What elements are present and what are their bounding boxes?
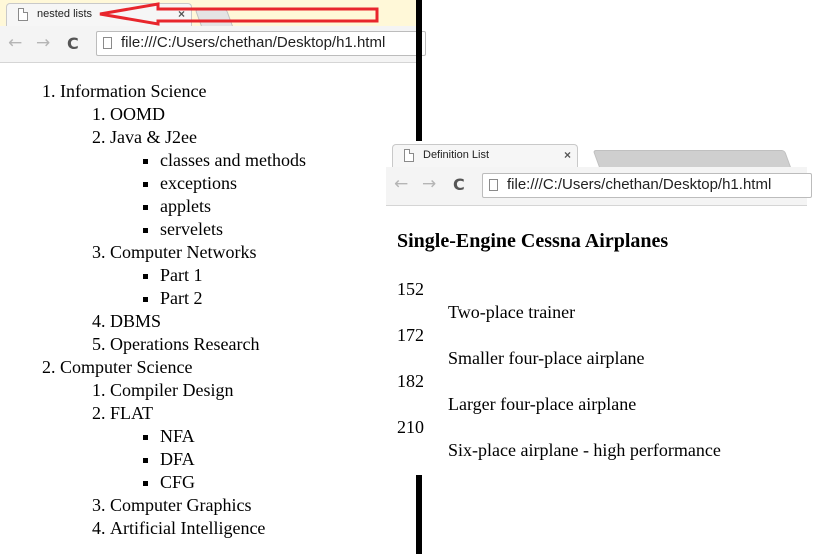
browser-toolbar: ← → C file:///C:/Users/chethan/Desktop/h… bbox=[386, 167, 812, 206]
browser-window-nested-lists: nested lists × ← → C file:///C:/Users/ch… bbox=[0, 0, 426, 554]
list-item: applets bbox=[160, 195, 416, 218]
address-bar[interactable]: file:///C:/Users/chethan/Desktop/h1.html bbox=[96, 31, 426, 56]
list-item-label: Artificial Intelligence bbox=[110, 518, 266, 538]
browser-window-definition-list: Definition List × ← → C file:///C:/Users… bbox=[386, 141, 812, 475]
ordered-sublist: Compiler DesignFLATNFADFACFGComputer Gra… bbox=[60, 379, 416, 540]
list-item: Part 1 bbox=[160, 264, 416, 287]
url-text: file:///C:/Users/chethan/Desktop/h1.html bbox=[121, 34, 386, 51]
list-item: exceptions bbox=[160, 172, 416, 195]
definition-term: 182 bbox=[397, 371, 424, 391]
list-item: Computer NetworksPart 1Part 2 bbox=[110, 241, 416, 310]
list-item-label: Computer Science bbox=[60, 357, 193, 377]
page-icon bbox=[489, 179, 498, 191]
tab-title: Definition List bbox=[423, 149, 490, 161]
definition-term: 210 bbox=[397, 417, 424, 437]
list-item: Java & J2eeclasses and methodsexceptions… bbox=[110, 126, 416, 241]
list-item: Computer Graphics bbox=[110, 494, 416, 517]
list-item: CFG bbox=[160, 471, 416, 494]
list-item: servelets bbox=[160, 218, 416, 241]
bulleted-sublist: NFADFACFG bbox=[110, 425, 416, 494]
page-icon bbox=[18, 8, 28, 21]
url-text: file:///C:/Users/chethan/Desktop/h1.html bbox=[507, 176, 772, 193]
definition-term: 172 bbox=[397, 325, 424, 345]
tab-title: nested lists bbox=[37, 8, 93, 20]
list-item: DFA bbox=[160, 448, 416, 471]
background-tab[interactable] bbox=[592, 150, 792, 168]
tab-definition-list[interactable]: Definition List × bbox=[392, 144, 578, 167]
list-item-label: Operations Research bbox=[110, 334, 260, 354]
annotation-arrow-icon bbox=[99, 2, 379, 26]
definition-list-content: Single-Engine Cessna Airplanes 152 Two-pl… bbox=[397, 230, 721, 462]
ordered-list: Information ScienceOOMDJava & J2eeclasse… bbox=[0, 80, 416, 540]
list-item-label: FLAT bbox=[110, 403, 154, 423]
definition-description: Six-place airplane - high performance bbox=[448, 440, 721, 460]
list-item: Part 2 bbox=[160, 287, 416, 310]
forward-arrow-icon[interactable]: → bbox=[422, 174, 436, 194]
forward-arrow-icon[interactable]: → bbox=[36, 33, 50, 53]
list-item: NFA bbox=[160, 425, 416, 448]
browser-toolbar: ← → C file:///C:/Users/chethan/Desktop/h… bbox=[0, 26, 426, 63]
list-item-label: Compiler Design bbox=[110, 380, 234, 400]
list-item: DBMS bbox=[110, 310, 416, 333]
list-item: Artificial Intelligence bbox=[110, 517, 416, 540]
tab-strip: Definition List × bbox=[386, 141, 807, 168]
nested-list-content: Information ScienceOOMDJava & J2eeclasse… bbox=[0, 80, 416, 540]
list-item: classes and methods bbox=[160, 149, 416, 172]
bulleted-sublist: classes and methodsexceptionsappletsserv… bbox=[110, 149, 416, 241]
back-arrow-icon[interactable]: ← bbox=[8, 33, 22, 53]
page-heading: Single-Engine Cessna Airplanes bbox=[397, 230, 669, 252]
ordered-sublist: OOMDJava & J2eeclasses and methodsexcept… bbox=[60, 103, 416, 356]
definition-list: 152 Two-place trainer 172 Smaller four-plac… bbox=[397, 278, 721, 462]
list-item-label: Computer Graphics bbox=[110, 495, 252, 515]
list-item: Computer ScienceCompiler DesignFLATNFADF… bbox=[60, 356, 416, 540]
list-item: Compiler Design bbox=[110, 379, 416, 402]
definition-description: Two-place trainer bbox=[448, 302, 576, 322]
list-item-label: Computer Networks bbox=[110, 242, 257, 262]
definition-description: Larger four-place airplane bbox=[448, 394, 637, 414]
definition-description: Smaller four-place airplane bbox=[448, 348, 645, 368]
back-arrow-icon[interactable]: ← bbox=[394, 174, 408, 194]
list-item-label: Java & J2ee bbox=[110, 127, 197, 147]
tab-close-icon[interactable]: × bbox=[564, 148, 571, 162]
reload-icon[interactable]: C bbox=[453, 175, 465, 194]
address-bar[interactable]: file:///C:/Users/chethan/Desktop/h1.html bbox=[482, 173, 812, 198]
list-item-label: DBMS bbox=[110, 311, 162, 331]
list-item: Information ScienceOOMDJava & J2eeclasse… bbox=[60, 80, 416, 356]
list-item: FLATNFADFACFG bbox=[110, 402, 416, 494]
bulleted-sublist: Part 1Part 2 bbox=[110, 264, 416, 310]
list-item-label: Information Science bbox=[60, 81, 207, 101]
definition-term: 152 bbox=[397, 279, 424, 299]
page-icon bbox=[103, 37, 112, 49]
page-icon bbox=[404, 149, 414, 162]
list-item: OOMD bbox=[110, 103, 416, 126]
reload-icon[interactable]: C bbox=[67, 34, 79, 53]
list-item-label: OOMD bbox=[110, 104, 166, 124]
list-item: Operations Research bbox=[110, 333, 416, 356]
